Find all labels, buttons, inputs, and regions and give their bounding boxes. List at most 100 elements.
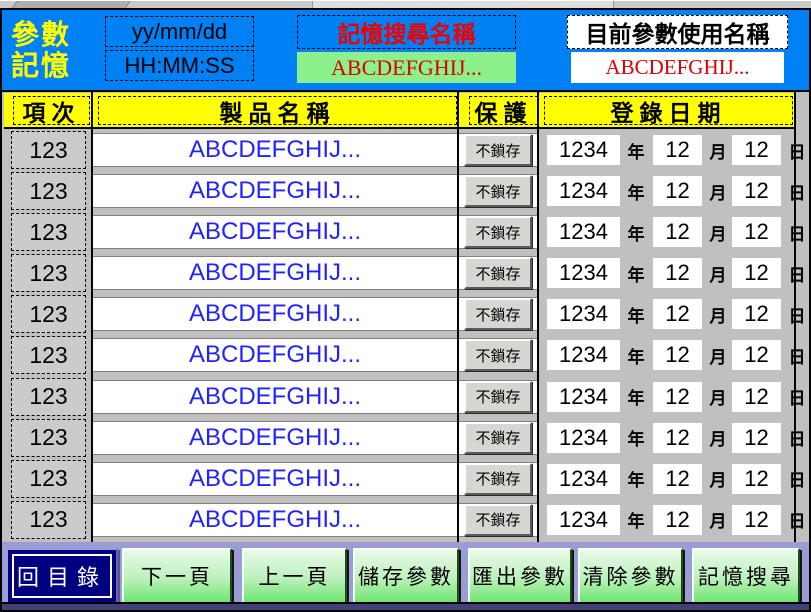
time-display: HH:MM:SS — [105, 50, 254, 81]
home-button[interactable]: 回目錄 — [6, 548, 118, 604]
footer-bottom-strip — [2, 602, 809, 610]
year-field: 1234 — [547, 505, 620, 535]
protect-cell: 不鎖存 — [459, 174, 537, 208]
day-field: 12 — [732, 299, 781, 329]
year-field: 1234 — [547, 135, 620, 165]
day-unit-label: 日 — [785, 464, 809, 494]
day-unit-label: 日 — [785, 382, 809, 412]
day-unit-label: 日 — [785, 423, 809, 453]
day-unit-label: 日 — [785, 258, 809, 288]
table-row: 123 ABCDEFGHIJ... 不鎖存 1234 年 12 月 12 日 — [2, 459, 795, 500]
hmi-screen: 參數 記憶 yy/mm/dd HH:MM:SS 記憶搜尋名稱 ABCDEFGHI… — [0, 0, 811, 612]
index-cell: 123 — [11, 501, 86, 539]
table-row: 123 ABCDEFGHIJ... 不鎖存 1234 年 12 月 12 日 — [2, 130, 795, 171]
column-divider — [457, 92, 459, 542]
year-field: 1234 — [547, 423, 620, 453]
year-unit-label: 年 — [622, 217, 650, 247]
product-name-cell[interactable]: ABCDEFGHIJ... — [93, 215, 457, 249]
protect-cell: 不鎖存 — [459, 297, 537, 331]
current-parameter-name-label: 目前參數使用名稱 — [567, 15, 788, 49]
table-row: 123 ABCDEFGHIJ... 不鎖存 1234 年 12 月 12 日 — [2, 500, 795, 541]
product-name-cell[interactable]: ABCDEFGHIJ... — [93, 256, 457, 290]
day-field: 12 — [732, 505, 781, 535]
product-name-cell[interactable]: ABCDEFGHIJ... — [93, 380, 457, 414]
protect-cell: 不鎖存 — [459, 503, 537, 537]
page-title-line1: 參數 — [11, 19, 71, 50]
protect-toggle-button[interactable]: 不鎖存 — [464, 381, 532, 413]
page-title: 參數 記憶 — [11, 19, 71, 81]
day-field: 12 — [732, 135, 781, 165]
col-header-product-name: 製品名稱 — [98, 96, 457, 125]
index-cell: 123 — [11, 254, 86, 292]
protect-cell: 不鎖存 — [459, 462, 537, 496]
month-unit-label: 月 — [706, 382, 730, 412]
index-cell: 123 — [11, 213, 86, 251]
index-cell: 123 — [11, 295, 86, 333]
table-row: 123 ABCDEFGHIJ... 不鎖存 1234 年 12 月 12 日 — [2, 212, 795, 253]
day-field: 12 — [732, 340, 781, 370]
next-page-button[interactable]: 下一頁 — [122, 548, 232, 604]
year-field: 1234 — [547, 340, 620, 370]
protect-toggle-button[interactable]: 不鎖存 — [464, 134, 532, 166]
product-name-cell[interactable]: ABCDEFGHIJ... — [93, 462, 457, 496]
index-cell: 123 — [11, 131, 86, 169]
screen-frame: 參數 記憶 yy/mm/dd HH:MM:SS 記憶搜尋名稱 ABCDEFGHI… — [0, 8, 811, 612]
save-params-label: 儲存參數 — [358, 561, 454, 591]
memory-search-name-field[interactable]: ABCDEFGHIJ... — [297, 52, 516, 83]
day-unit-label: 日 — [785, 135, 809, 165]
year-unit-label: 年 — [622, 423, 650, 453]
index-cell: 123 — [11, 378, 86, 416]
protect-toggle-button[interactable]: 不鎖存 — [464, 504, 532, 536]
index-cell: 123 — [11, 419, 86, 457]
table-header-row: 項次 製品名稱 保護 登錄日期 — [4, 93, 795, 129]
index-cell: 123 — [11, 460, 86, 498]
protect-toggle-button[interactable]: 不鎖存 — [464, 216, 532, 248]
day-unit-label: 日 — [785, 217, 809, 247]
page-title-line2: 記憶 — [11, 50, 71, 81]
year-unit-label: 年 — [622, 340, 650, 370]
protect-toggle-button[interactable]: 不鎖存 — [464, 298, 532, 330]
year-field: 1234 — [547, 176, 620, 206]
month-unit-label: 月 — [706, 299, 730, 329]
clear-params-button[interactable]: 清除參數 — [578, 548, 683, 604]
index-cell: 123 — [11, 172, 86, 210]
protect-toggle-button[interactable]: 不鎖存 — [464, 463, 532, 495]
protect-toggle-button[interactable]: 不鎖存 — [464, 422, 532, 454]
prev-page-label: 上一頁 — [259, 561, 331, 591]
memory-search-name-label: 記憶搜尋名稱 — [297, 15, 516, 49]
year-field: 1234 — [547, 464, 620, 494]
year-field: 1234 — [547, 382, 620, 412]
prev-page-button[interactable]: 上一頁 — [242, 548, 347, 604]
product-name-cell[interactable]: ABCDEFGHIJ... — [93, 338, 457, 372]
protect-toggle-button[interactable]: 不鎖存 — [464, 175, 532, 207]
parameter-table: 項次 製品名稱 保護 登錄日期 123 ABCDEFGHIJ... 不鎖存 12… — [2, 90, 809, 542]
protect-toggle-button[interactable]: 不鎖存 — [464, 257, 532, 289]
product-name-cell[interactable]: ABCDEFGHIJ... — [93, 133, 457, 167]
year-unit-label: 年 — [622, 135, 650, 165]
footer-bar: 回目錄 下一頁 上一頁 儲存參數 匯出參數 清除參數 記憶搜尋 — [2, 542, 809, 610]
month-field: 12 — [653, 135, 702, 165]
product-name-cell[interactable]: ABCDEFGHIJ... — [93, 174, 457, 208]
month-unit-label: 月 — [706, 423, 730, 453]
table-row: 123 ABCDEFGHIJ... 不鎖存 1234 年 12 月 12 日 — [2, 418, 795, 459]
index-cell: 123 — [11, 336, 86, 374]
header-bar: 參數 記憶 yy/mm/dd HH:MM:SS 記憶搜尋名稱 ABCDEFGHI… — [2, 10, 809, 90]
clear-params-label: 清除參數 — [583, 561, 679, 591]
month-unit-label: 月 — [706, 464, 730, 494]
day-unit-label: 日 — [785, 340, 809, 370]
export-params-label: 匯出參數 — [472, 561, 568, 591]
table-row: 123 ABCDEFGHIJ... 不鎖存 1234 年 12 月 12 日 — [2, 377, 795, 418]
month-field: 12 — [653, 340, 702, 370]
year-unit-label: 年 — [622, 176, 650, 206]
product-name-cell[interactable]: ABCDEFGHIJ... — [93, 421, 457, 455]
column-divider — [537, 92, 539, 542]
month-unit-label: 月 — [706, 135, 730, 165]
product-name-cell[interactable]: ABCDEFGHIJ... — [93, 503, 457, 537]
save-params-button[interactable]: 儲存參數 — [353, 548, 459, 604]
memory-search-button[interactable]: 記憶搜尋 — [692, 548, 800, 604]
year-field: 1234 — [547, 299, 620, 329]
export-params-button[interactable]: 匯出參數 — [468, 548, 572, 604]
protect-toggle-button[interactable]: 不鎖存 — [464, 339, 532, 371]
product-name-cell[interactable]: ABCDEFGHIJ... — [93, 297, 457, 331]
protect-cell: 不鎖存 — [459, 256, 537, 290]
